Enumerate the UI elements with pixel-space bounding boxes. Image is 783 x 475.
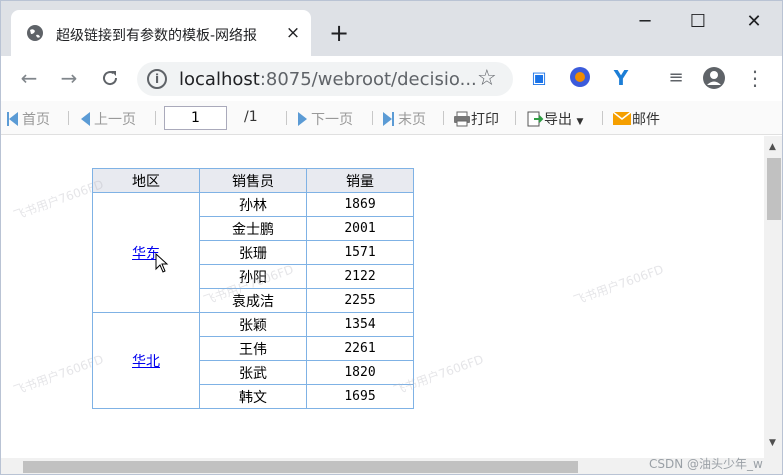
separator: [515, 111, 516, 125]
url-text: localhost:8075/webroot/decisio...: [179, 69, 477, 90]
seller-cell: 张珊: [199, 240, 307, 265]
cursor-icon: [155, 253, 169, 273]
prev-icon: [81, 112, 90, 126]
scroll-thumb[interactable]: [767, 158, 781, 220]
extension-icon[interactable]: ▣: [527, 66, 551, 90]
sales-cell: 1354: [306, 312, 414, 337]
next-page-button[interactable]: 下一页: [298, 109, 353, 129]
navigation-bar: ← → i localhost:8075/webroot/decisio... …: [1, 56, 782, 101]
reload-icon[interactable]: [100, 68, 120, 88]
region-cell: 华北: [92, 312, 200, 409]
seller-cell: 王伟: [199, 336, 307, 361]
separator: [372, 111, 373, 125]
header-seller: 销售员: [199, 168, 307, 193]
last-page-button[interactable]: 末页: [383, 109, 426, 129]
plus-icon[interactable]: +: [328, 21, 350, 45]
page-total: /1: [244, 109, 258, 125]
separator: [602, 111, 603, 125]
extension-icon[interactable]: [568, 66, 592, 90]
print-icon: [454, 111, 470, 127]
sales-cell: 1869: [306, 192, 414, 217]
last-page-icon: [383, 112, 392, 126]
seller-cell: 袁成洁: [199, 288, 307, 313]
menu-icon[interactable]: ⋮: [743, 66, 767, 90]
sales-table: 地区 销售员 销量 华东 孙林 1869 金士鹏 2001 张珊 1571 孙阳…: [92, 168, 414, 409]
vertical-scrollbar[interactable]: ▲ ▼: [764, 136, 782, 458]
credit-watermark: CSDN @油头少年_w: [649, 457, 763, 471]
profile-icon[interactable]: [702, 66, 726, 90]
info-icon[interactable]: i: [147, 69, 167, 89]
report-toolbar: 首页 上一页 1 /1 下一页 末页 打印 导出 ▼ 邮件: [1, 101, 782, 135]
mail-icon: [612, 111, 632, 125]
sales-cell: 1820: [306, 360, 414, 385]
browser-window: 超级链接到有参数的模板-网络报 × + ─ ☐ ✕ ← → i localhos…: [0, 0, 783, 475]
scroll-down-icon[interactable]: ▼: [769, 438, 776, 448]
forward-icon[interactable]: →: [57, 66, 81, 90]
star-icon[interactable]: ☆: [477, 66, 497, 91]
browser-tab[interactable]: 超级链接到有参数的模板-网络报 ×: [11, 10, 311, 56]
print-button[interactable]: 打印: [453, 109, 499, 129]
page-number-input[interactable]: 1: [164, 106, 227, 130]
sales-cell: 2001: [306, 216, 414, 241]
address-bar[interactable]: i localhost:8075/webroot/decisio... ☆: [137, 62, 513, 96]
globe-icon: [27, 25, 43, 41]
minimize-button[interactable]: ─: [630, 9, 660, 35]
sales-cell: 1571: [306, 240, 414, 265]
back-icon[interactable]: ←: [17, 66, 41, 90]
export-icon: [527, 111, 544, 127]
watermark: 飞书用户7606FD: [571, 262, 666, 308]
url-rest: :8075/webroot/decisio...: [259, 69, 477, 90]
tab-title: 超级链接到有参数的模板-网络报: [56, 28, 258, 44]
seller-cell: 孙阳: [199, 264, 307, 289]
seller-cell: 韩文: [199, 384, 307, 409]
seller-cell: 金士鹏: [199, 216, 307, 241]
first-page-button[interactable]: 首页: [7, 109, 50, 129]
maximize-button[interactable]: ☐: [683, 9, 713, 35]
seller-cell: 孙林: [199, 192, 307, 217]
separator: [286, 111, 287, 125]
mail-button[interactable]: 邮件: [612, 109, 660, 129]
header-sales: 销量: [306, 168, 414, 193]
table-header-row: 地区 销售员 销量: [92, 168, 414, 193]
url-host: localhost: [179, 69, 260, 90]
separator: [443, 111, 444, 125]
scroll-thumb[interactable]: [23, 461, 578, 473]
report-content: 地区 销售员 销量 华东 孙林 1869 金士鹏 2001 张珊 1571 孙阳…: [1, 136, 764, 458]
extension-icon[interactable]: Y: [609, 66, 633, 90]
separator: [155, 111, 156, 125]
region-cell: 华东: [92, 192, 200, 313]
sales-cell: 2122: [306, 264, 414, 289]
table-row: 华东 孙林 1869: [92, 192, 414, 313]
table-row: 华北 张颖 1354: [92, 312, 414, 409]
seller-cell: 张武: [199, 360, 307, 385]
sales-cell: 1695: [306, 384, 414, 409]
separator: [68, 111, 69, 125]
sales-cell: 2255: [306, 288, 414, 313]
region-link-huabei[interactable]: 华北: [132, 354, 160, 370]
close-window-button[interactable]: ✕: [739, 9, 769, 35]
prev-page-button[interactable]: 上一页: [81, 109, 136, 129]
scroll-up-icon[interactable]: ▲: [769, 142, 776, 152]
header-region: 地区: [92, 168, 200, 193]
next-icon: [298, 112, 307, 126]
title-bar: 超级链接到有参数的模板-网络报 × + ─ ☐ ✕: [1, 1, 782, 56]
seller-cell: 张颖: [199, 312, 307, 337]
chevron-down-icon: ▼: [576, 117, 584, 127]
export-button[interactable]: 导出 ▼: [526, 109, 583, 129]
reading-list-icon[interactable]: ≡: [664, 66, 688, 90]
sales-cell: 2261: [306, 336, 414, 361]
close-icon[interactable]: ×: [283, 23, 303, 43]
